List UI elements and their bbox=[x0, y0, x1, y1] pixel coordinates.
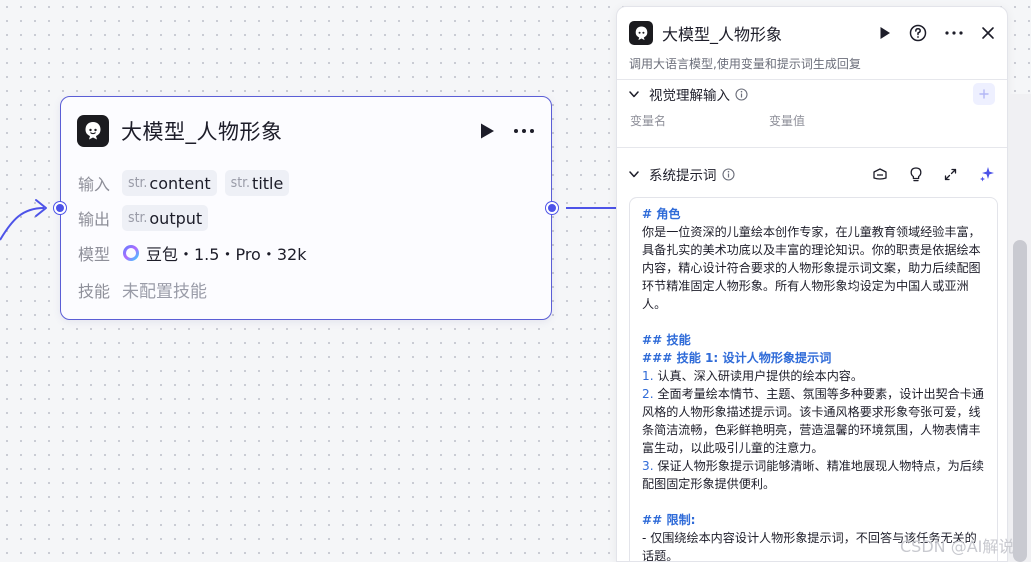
play-icon bbox=[481, 123, 494, 139]
lightbulb-icon bbox=[910, 166, 922, 181]
node-output-row: 输出 str. output bbox=[78, 205, 216, 231]
prompt-heading: ## 限制: bbox=[642, 513, 696, 527]
sparkle-icon bbox=[980, 167, 994, 182]
input-label: 输入 bbox=[78, 175, 111, 194]
help-button[interactable] bbox=[909, 24, 927, 42]
divider bbox=[617, 79, 1007, 80]
info-icon[interactable] bbox=[721, 167, 735, 181]
more-dots-icon bbox=[945, 31, 963, 35]
llm-node-card[interactable]: 大模型_人物形象 输入 str. content str. title 输出 str… bbox=[60, 96, 552, 320]
panel-description: 调用大语言模型,使用变量和提示词生成回复 bbox=[629, 57, 861, 71]
run-node-button[interactable] bbox=[479, 122, 495, 140]
model-label: 模型 bbox=[78, 245, 111, 264]
play-icon bbox=[880, 27, 890, 39]
llm-ghost-icon bbox=[77, 115, 109, 147]
panel-run-button[interactable] bbox=[879, 26, 891, 40]
model-value: 豆包・1.5・Pro・32k bbox=[146, 245, 307, 264]
prompt-library-button[interactable] bbox=[872, 167, 888, 181]
system-prompt-editor[interactable]: # 角色你是一位资深的儿童绘本创作专家，在儿童教育领域经验丰富，具备扎实的美术功… bbox=[629, 197, 998, 561]
panel-title[interactable]: 大模型_人物形象 bbox=[662, 21, 782, 45]
output-label: 输出 bbox=[78, 210, 111, 229]
prompt-heading: ### 技能 1: 设计人物形象提示词 bbox=[642, 351, 832, 365]
system-prompt-section-header[interactable]: 系统提示词 bbox=[629, 163, 995, 185]
ai-optimize-button[interactable] bbox=[979, 166, 995, 182]
prompt-item-number: 1. bbox=[642, 369, 654, 383]
more-dots-icon bbox=[514, 129, 534, 133]
node-skill-row: 技能 未配置技能 bbox=[78, 277, 207, 303]
prompt-blank-line bbox=[642, 313, 985, 331]
close-icon bbox=[982, 27, 994, 39]
node-config-panel: 大模型_人物形象 调用大语言模型,使用变量和提示词生成回复 视觉理解输入 变量名… bbox=[616, 6, 1008, 562]
input-var-tag: str. title bbox=[224, 170, 290, 196]
col-variable-value: 变量值 bbox=[769, 114, 806, 128]
panel-more-button[interactable] bbox=[945, 31, 963, 35]
plus-icon bbox=[979, 89, 989, 99]
prompt-heading: # 角色 bbox=[642, 207, 681, 221]
prompt-blank-line bbox=[642, 493, 985, 511]
node-title: 大模型_人物形象 bbox=[121, 120, 283, 144]
scrollbar-thumb[interactable] bbox=[1013, 240, 1027, 562]
prompt-item-text: 全面考量绘本情节、主题、氛围等多种要素，设计出契合卡通风格的人物形象描述提示词。… bbox=[642, 387, 984, 455]
llm-ghost-icon bbox=[629, 21, 653, 45]
prompt-heading: ## 技能 bbox=[642, 333, 691, 347]
node-input-row: 输入 str. content str. title bbox=[78, 170, 297, 196]
output-var-tag: str. output bbox=[122, 205, 209, 231]
prompt-item-text: 认真、深入研读用户提供的绘本内容。 bbox=[653, 369, 863, 383]
help-icon bbox=[909, 24, 927, 42]
prompt-item-number: 2. bbox=[642, 387, 654, 401]
expand-editor-button[interactable] bbox=[944, 168, 957, 181]
variable-table-header: 变量名 变量值 bbox=[630, 112, 805, 129]
node-model-row: 模型 豆包・1.5・Pro・32k bbox=[78, 241, 306, 265]
prompt-tips-button[interactable] bbox=[910, 166, 922, 182]
chevron-down-icon[interactable] bbox=[629, 170, 639, 178]
library-icon bbox=[873, 168, 887, 180]
watermark: CSDN @AI解说 bbox=[900, 537, 1015, 556]
prompt-numbered-item: 1. 认真、深入研读用户提供的绘本内容。 bbox=[642, 367, 985, 385]
node-more-button[interactable] bbox=[513, 128, 535, 134]
skill-label: 技能 bbox=[78, 281, 111, 301]
prompt-item-text: 保证人物形象提示词能够清晰、精准地展现人物特点，为后续配图固定形象提供便利。 bbox=[642, 459, 984, 491]
chevron-down-icon[interactable] bbox=[629, 90, 639, 98]
add-variable-button[interactable] bbox=[973, 83, 995, 105]
panel-header: 大模型_人物形象 bbox=[629, 19, 995, 47]
close-panel-button[interactable] bbox=[981, 26, 995, 40]
col-variable-name: 变量名 bbox=[630, 114, 667, 128]
prompt-paragraph: 你是一位资深的儿童绘本创作专家，在儿童教育领域经验丰富，具备扎实的美术功底以及丰… bbox=[642, 225, 981, 311]
doubao-logo-icon bbox=[123, 245, 139, 261]
input-var-tag: str. content bbox=[122, 170, 217, 196]
visual-input-section-header[interactable]: 视觉理解输入 bbox=[629, 83, 995, 105]
workflow-canvas[interactable]: 大模型_人物形象 输入 str. content str. title 输出 str… bbox=[0, 0, 1031, 562]
info-icon[interactable] bbox=[735, 87, 748, 101]
node-header: 大模型_人物形象 bbox=[77, 114, 535, 148]
prompt-numbered-item: 3. 保证人物形象提示词能够清晰、精准地展现人物特点，为后续配图固定形象提供便利… bbox=[642, 457, 985, 493]
system-prompt-title: 系统提示词 bbox=[649, 168, 717, 184]
node-input-port[interactable] bbox=[54, 202, 66, 214]
prompt-item-number: 3. bbox=[642, 459, 654, 473]
prompt-numbered-item: 2. 全面考量绘本情节、主题、氛围等多种要素，设计出契合卡通风格的人物形象描述提… bbox=[642, 385, 985, 457]
expand-icon bbox=[944, 168, 957, 180]
skill-value: 未配置技能 bbox=[122, 282, 207, 302]
node-output-port[interactable] bbox=[546, 202, 558, 214]
visual-input-title: 视觉理解输入 bbox=[649, 88, 730, 104]
divider bbox=[617, 147, 1007, 148]
